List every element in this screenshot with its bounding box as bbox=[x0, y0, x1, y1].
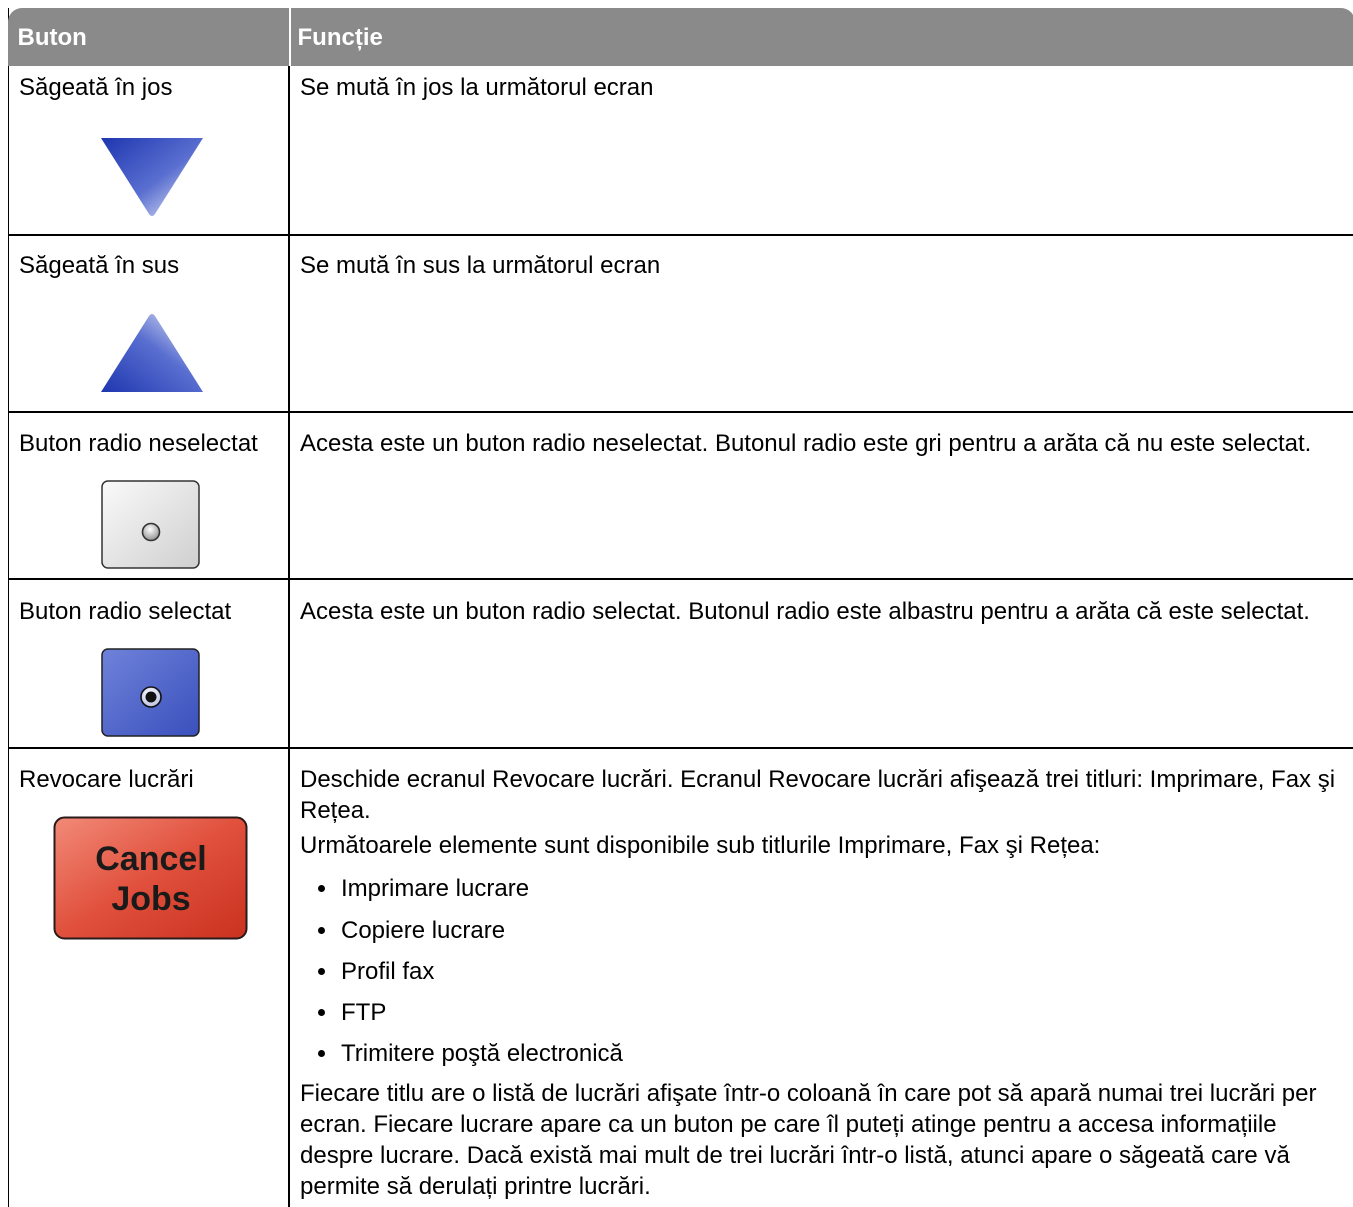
radio-selected-icon bbox=[101, 648, 200, 737]
row-4-function: Acesta este un buton radio selectat. But… bbox=[300, 598, 1310, 625]
row-2-button-label: Săgeată în sus bbox=[19, 252, 180, 279]
radio-unselected-icon bbox=[101, 480, 200, 569]
bullet-item: Copiere lucrare bbox=[341, 917, 506, 944]
row-3-function: Acesta este un buton radio neselectat. B… bbox=[300, 430, 1312, 457]
arrow-up-icon bbox=[101, 314, 203, 392]
row-5-function-intro: Deschide ecranul Revocare lucrări. Ecran… bbox=[300, 766, 1336, 824]
bullet-item: Imprimare lucrare bbox=[341, 875, 530, 902]
row-5-function-details: Fiecare titlu are o listă de lucrări afi… bbox=[300, 1080, 1317, 1200]
bullet-dot bbox=[318, 1050, 325, 1057]
row-divider bbox=[9, 747, 1353, 749]
arrow-down-icon bbox=[101, 138, 203, 216]
row-divider bbox=[9, 411, 1353, 413]
bullet-item: FTP bbox=[341, 999, 387, 1026]
cancel-jobs-icon-line-2: Jobs bbox=[111, 880, 190, 918]
header-divider bbox=[288, 8, 291, 66]
row-1-function: Se mută în jos la următorul ecran bbox=[300, 74, 654, 101]
row-3-button-label: Buton radio neselectat bbox=[19, 430, 258, 457]
table-header: Buton Funcție bbox=[7, 8, 1353, 66]
bullet-dot bbox=[318, 885, 325, 892]
row-divider bbox=[9, 234, 1353, 236]
row-4-button-label: Buton radio selectat bbox=[19, 598, 232, 625]
header-function: Funcție bbox=[297, 24, 383, 51]
column-divider bbox=[288, 66, 290, 1207]
bullet-dot bbox=[318, 927, 325, 934]
row-divider bbox=[9, 578, 1353, 580]
row-5-button-label: Revocare lucrări bbox=[19, 766, 194, 793]
bullet-dot bbox=[318, 968, 325, 975]
header-button: Buton bbox=[17, 24, 87, 51]
bullet-item: Trimitere poştă electronică bbox=[341, 1040, 623, 1067]
button-function-table: Buton Funcție Săgeată în jos Se mută în … bbox=[7, 8, 1353, 1207]
bullet-item: Profil fax bbox=[341, 958, 435, 985]
row-5-function-list-intro: Următoarele elemente sunt disponibile su… bbox=[300, 832, 1101, 859]
row-1-button-label: Săgeată în jos bbox=[19, 74, 173, 101]
cancel-jobs-icon-line-1: Cancel bbox=[95, 840, 207, 878]
row-2-function: Se mută în sus la următorul ecran bbox=[300, 252, 661, 279]
cancel-jobs-icon: Cancel Jobs bbox=[53, 816, 248, 940]
bullet-dot bbox=[318, 1009, 325, 1016]
